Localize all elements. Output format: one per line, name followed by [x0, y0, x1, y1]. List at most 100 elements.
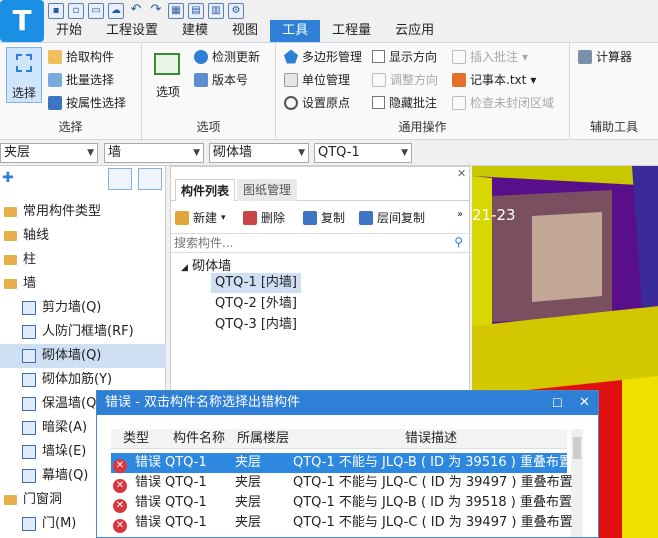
- show-direction-checkbox[interactable]: 显示方向: [372, 48, 437, 65]
- error-floor: 夹层: [235, 475, 262, 490]
- chevron-down-icon: ▼: [298, 148, 305, 158]
- undo-icon[interactable]: ↶: [128, 3, 144, 19]
- select-by-attribute-button[interactable]: 按属性选择: [48, 94, 126, 111]
- menu-tab-1[interactable]: 工程设置: [94, 20, 170, 42]
- options-button[interactable]: 选项: [150, 49, 186, 105]
- tree-node-label: 暗梁(A): [42, 420, 88, 435]
- error-row[interactable]: ✕ 错误 QTQ-1 夹层 QTQ-1 不能与 JLQ-C ( ID 为 39497 )…: [111, 513, 573, 533]
- redo-icon[interactable]: ↷: [148, 3, 164, 19]
- show-direction-box[interactable]: [372, 50, 385, 63]
- version-button[interactable]: 版本号: [194, 71, 248, 88]
- report-icon[interactable]: ▤: [188, 3, 204, 19]
- tree-node[interactable]: 柱: [0, 248, 166, 272]
- insert-note-button[interactable]: 插入批注 ▾: [452, 48, 528, 65]
- error-row[interactable]: ✕ 错误 QTQ-1 夹层 QTQ-1 不能与 JLQ-B ( ID 为 39518 )…: [111, 493, 572, 513]
- hide-notes-checkbox[interactable]: 隐藏批注: [372, 94, 437, 111]
- search-icon[interactable]: ⚲: [454, 235, 463, 249]
- unit-manage-button[interactable]: 单位管理: [284, 71, 350, 88]
- component-icon: [22, 396, 36, 411]
- component-icon: [22, 324, 36, 339]
- error-type: 错误: [135, 515, 162, 530]
- batch-select-button[interactable]: 批量选择: [48, 71, 114, 88]
- floor-dropdown[interactable]: 夹层 ▼: [0, 143, 98, 163]
- pick-component-button[interactable]: 拾取构件: [48, 48, 114, 65]
- error-component-name[interactable]: QTQ-1: [165, 493, 207, 513]
- version-icon: [194, 72, 208, 87]
- app-logo[interactable]: T: [0, 0, 44, 42]
- component-dropdown[interactable]: QTQ-1 ▼: [314, 143, 412, 163]
- folder-icon: [4, 254, 17, 265]
- polygon-manage-button[interactable]: 多边形管理: [284, 48, 362, 65]
- more-toolbar-icon[interactable]: »: [457, 209, 463, 220]
- attribute-select-icon: [48, 95, 62, 110]
- menu-tab-0[interactable]: 开始: [44, 20, 94, 42]
- error-row[interactable]: ✕ 错误 QTQ-1 夹层 QTQ-1 不能与 JLQ-B ( ID 为 39516 )…: [111, 453, 572, 473]
- delete-button[interactable]: 删除: [243, 209, 285, 226]
- tree-node[interactable]: 砌体加筋(Y): [0, 368, 166, 392]
- notepad-button[interactable]: 记事本.txt ▾: [452, 71, 536, 88]
- tree-node[interactable]: 轴线: [0, 224, 166, 248]
- menu-tab-3[interactable]: 视图: [220, 20, 270, 42]
- chart-icon[interactable]: ▥: [208, 3, 224, 19]
- menu-tab-2[interactable]: 建模: [170, 20, 220, 42]
- new-component-button[interactable]: 新建 ▾: [175, 209, 226, 226]
- component-list-item[interactable]: QTQ-2 [外墙]: [211, 294, 301, 314]
- settings-icon[interactable]: ⚙: [228, 3, 244, 19]
- error-table-header: 类型 构件名称 所属楼层 错误描述: [111, 429, 567, 449]
- select-button[interactable]: 选择: [6, 47, 42, 103]
- check-unclosed-button[interactable]: 检查未封闭区域: [452, 94, 554, 111]
- error-floor: 夹层: [235, 515, 262, 530]
- component-search-box[interactable]: ⚲: [171, 233, 469, 253]
- menu-tab-5[interactable]: 工程量: [320, 20, 383, 42]
- subtype-dropdown[interactable]: 砌体墙 ▼: [209, 143, 309, 163]
- menu-tab-6[interactable]: 云应用: [383, 20, 446, 42]
- calculator-icon[interactable]: ▦: [168, 3, 184, 19]
- tab-component-list[interactable]: 构件列表: [175, 179, 236, 201]
- adjust-direction-button[interactable]: 调整方向: [372, 71, 438, 88]
- type-dropdown[interactable]: 墙 ▼: [104, 143, 204, 163]
- column-type[interactable]: 类型: [123, 429, 149, 449]
- component-list-item[interactable]: QTQ-3 [内墙]: [211, 315, 301, 335]
- floor-copy-icon: [359, 210, 373, 225]
- error-row[interactable]: ✕ 错误 QTQ-1 夹层 QTQ-1 不能与 JLQ-C ( ID 为 39497 )…: [111, 473, 573, 493]
- calculator-button[interactable]: 计算器: [578, 48, 632, 65]
- tree-node[interactable]: 剪力墙(Q): [0, 296, 166, 320]
- component-list-item[interactable]: QTQ-1 [内墙]: [211, 273, 302, 293]
- column-desc[interactable]: 错误描述: [405, 429, 457, 449]
- hide-notes-box[interactable]: [372, 96, 385, 109]
- cloud-save-icon[interactable]: ☁: [108, 3, 124, 19]
- column-name[interactable]: 构件名称: [173, 429, 225, 449]
- tree-node[interactable]: 墙: [0, 272, 166, 296]
- collapse-arrow-icon[interactable]: ◢: [181, 263, 188, 273]
- copy-button[interactable]: 复制: [303, 209, 345, 226]
- check-update-button[interactable]: 检测更新: [194, 48, 260, 65]
- tree-node[interactable]: 常用构件类型: [0, 200, 166, 224]
- tree-node-label: 门窗洞: [23, 492, 63, 507]
- tree-node[interactable]: 人防门框墙(RF): [0, 320, 166, 344]
- tree-node[interactable]: 砌体墙(Q): [0, 344, 166, 368]
- error-icon: ✕: [113, 478, 127, 493]
- detail-view-icon[interactable]: [138, 168, 162, 190]
- maximize-icon[interactable]: ☐: [552, 391, 563, 415]
- group-node[interactable]: ◢ 砌体墙: [181, 255, 231, 274]
- error-component-name[interactable]: QTQ-1: [165, 513, 207, 533]
- component-search-input[interactable]: [171, 234, 441, 252]
- folder-icon: [4, 278, 17, 289]
- floor-copy-button[interactable]: 层间复制: [359, 209, 425, 226]
- tab-drawing-manage[interactable]: 图纸管理: [237, 179, 298, 201]
- open-folder-icon[interactable]: ▭: [88, 3, 104, 19]
- options-icon: [154, 53, 180, 75]
- new-file-icon[interactable]: ▫: [68, 3, 84, 19]
- options-group: 选项 检测更新 版本号 选项: [142, 43, 276, 139]
- save-icon[interactable]: ▪: [48, 3, 64, 19]
- insert-note-icon: [452, 49, 466, 64]
- menu-tab-4[interactable]: 工具: [270, 20, 321, 42]
- expand-all-icon[interactable]: ✚: [2, 170, 14, 186]
- error-component-name[interactable]: QTQ-1: [165, 453, 207, 473]
- list-view-icon[interactable]: [108, 168, 132, 190]
- folder-icon: [4, 230, 17, 241]
- error-component-name[interactable]: QTQ-1: [165, 473, 207, 493]
- close-icon[interactable]: ✕: [579, 391, 590, 415]
- column-floor[interactable]: 所属楼层: [237, 429, 289, 449]
- set-origin-button[interactable]: 设置原点: [284, 94, 350, 111]
